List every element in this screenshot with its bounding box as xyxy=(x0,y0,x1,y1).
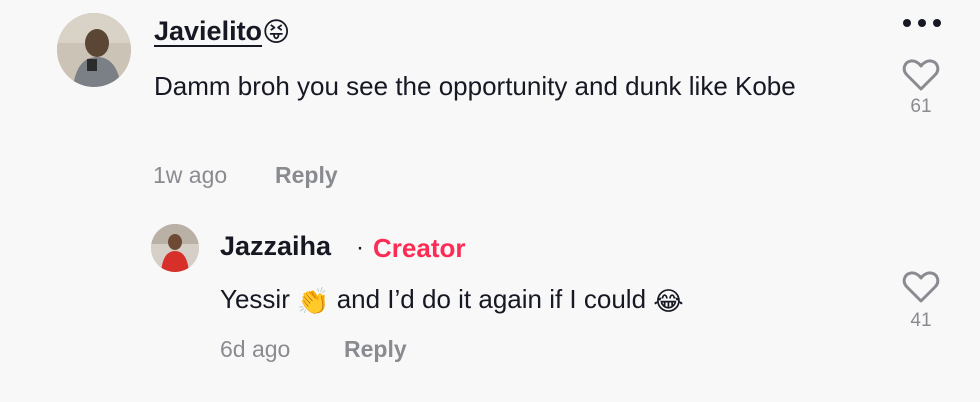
avatar[interactable] xyxy=(57,13,131,87)
separator-dot: · xyxy=(356,234,364,261)
more-options-icon[interactable] xyxy=(902,15,942,27)
comment-username[interactable]: Javielito😝 xyxy=(154,16,290,48)
username-emoji: 😝 xyxy=(262,17,291,48)
reply-button[interactable]: Reply xyxy=(275,162,338,189)
comment-timestamp: 1w ago xyxy=(153,162,228,188)
comment-text-part: Yessir xyxy=(220,284,290,314)
laughing-tears-emoji: 😂 xyxy=(653,285,684,316)
heart-outline-icon[interactable] xyxy=(902,270,940,304)
username-text[interactable]: Javielito xyxy=(154,16,262,46)
creator-badge: Creator xyxy=(373,233,466,263)
like-count: 41 xyxy=(910,310,932,331)
comment-text-part: and I’d do it again if I could xyxy=(336,284,647,314)
comment-username[interactable]: Jazzaiha xyxy=(220,231,331,262)
clapping-hands-emoji: 👏 xyxy=(297,285,330,316)
comment-text: Damm broh you see the opportunity and du… xyxy=(154,71,796,101)
reply-button[interactable]: Reply xyxy=(344,336,407,363)
heart-outline-icon[interactable] xyxy=(902,58,940,92)
comment-timestamp: 6d ago xyxy=(220,336,291,362)
like-count: 61 xyxy=(910,96,932,117)
avatar[interactable] xyxy=(151,224,199,272)
comment-text: Yessir 👏 and I’d do it again if I could … xyxy=(220,284,684,317)
